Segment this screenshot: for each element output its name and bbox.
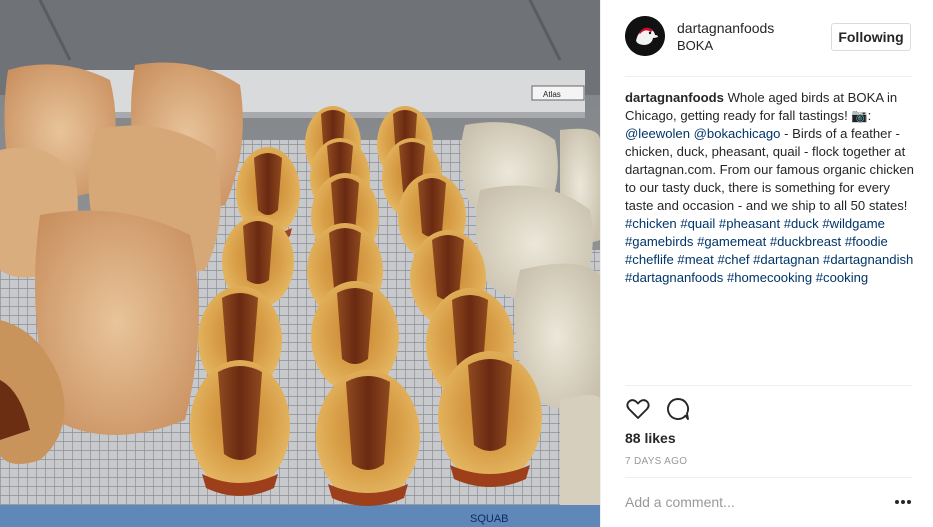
hashtag-link[interactable]: #chicken [625,216,677,231]
more-options-icon[interactable] [893,494,913,510]
hashtag-link[interactable]: #meat [677,252,713,267]
post-header: dartagnanfoods BOKA Following [601,0,933,76]
post-photo[interactable]: Atlas SQUAB [0,0,600,527]
mention-link[interactable]: @leewolen [625,126,690,141]
hashtag-link[interactable]: #gamebirds [625,234,693,249]
hashtag-link[interactable]: #cooking [816,270,868,285]
actions-divider [625,385,912,386]
svg-text:Atlas: Atlas [543,90,561,99]
hashtag-link[interactable]: #quail [680,216,715,231]
avatar[interactable] [625,16,665,56]
duck-silhouette-logo-icon [625,16,665,56]
header-divider [625,76,912,77]
following-button[interactable]: Following [831,23,911,51]
poultry-display-image: Atlas SQUAB [0,0,600,527]
hashtag-link[interactable]: #chef [717,252,749,267]
scale-label: Atlas [531,85,585,101]
comment-divider [625,477,912,478]
caption-username[interactable]: dartagnanfoods [625,90,724,105]
hashtag-link[interactable]: #foodie [845,234,888,249]
post-caption: dartagnanfoods Whole aged birds at BOKA … [625,89,915,287]
mention-link[interactable]: @bokachicago [694,126,781,141]
post-timestamp[interactable]: 7 DAYS AGO [625,456,687,467]
hashtag-link[interactable]: #dartagnandish [823,252,913,267]
instagram-post: Atlas SQUAB dartagnanfoods BOKA Followin… [0,0,933,527]
hashtag-link[interactable]: #dartagnanfoods [625,270,723,285]
hashtag-link[interactable]: #pheasant [719,216,780,231]
hashtag-link[interactable]: #duck [784,216,819,231]
account-username[interactable]: dartagnanfoods [677,20,774,36]
hashtag-link[interactable]: #gamemeat [697,234,766,249]
tray-label: SQUAB [470,513,509,525]
heart-icon[interactable] [625,396,651,422]
camera-icon: 📷 [851,108,868,123]
hashtag-link[interactable]: #homecooking [727,270,812,285]
speech-bubble-icon[interactable] [665,396,691,422]
caption-text: : [867,108,872,123]
hashtag-link[interactable]: #wildgame [822,216,885,231]
comment-input[interactable]: Add a comment... [625,494,735,510]
hashtag-link[interactable]: #duckbreast [770,234,841,249]
hashtag-link[interactable]: #cheflife [625,252,674,267]
post-location[interactable]: BOKA [677,38,713,53]
post-sidebar: dartagnanfoods BOKA Following dartagnanf… [600,0,933,527]
hashtag-link[interactable]: #dartagnan [753,252,819,267]
like-count[interactable]: 88 likes [625,430,676,446]
